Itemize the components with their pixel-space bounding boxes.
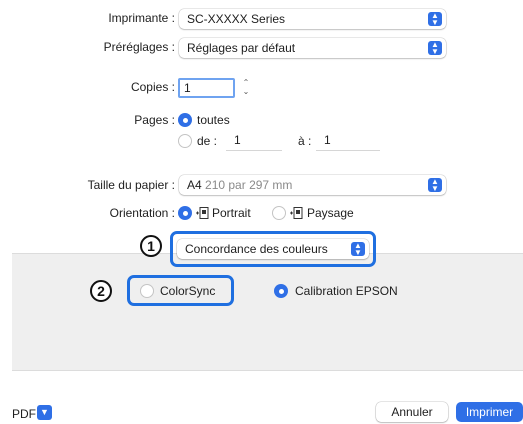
copies-stepper[interactable]: ⌃ ⌄ bbox=[240, 78, 252, 98]
pages-to-value: 1 bbox=[324, 133, 331, 147]
orientation-landscape-label: Paysage bbox=[307, 206, 354, 220]
presets-value: Réglages par défaut bbox=[187, 41, 296, 55]
orientation-landscape-radio[interactable] bbox=[272, 206, 286, 220]
paper-size-value-main: A4 bbox=[187, 178, 202, 192]
callout-one: 1 bbox=[140, 235, 162, 257]
presets-popup[interactable]: Réglages par défaut ▲ ▼ bbox=[179, 38, 446, 58]
pages-label: Pages : bbox=[134, 113, 175, 127]
chevron-down-icon: ▼ bbox=[40, 407, 49, 417]
pages-all-radio[interactable] bbox=[178, 113, 192, 127]
pages-to-label: à : bbox=[298, 134, 312, 148]
pages-from-label: de : bbox=[197, 134, 218, 148]
epson-calibration-label: Calibration EPSON bbox=[295, 284, 398, 298]
pages-range-radio[interactable] bbox=[178, 134, 192, 148]
paper-size-popup[interactable]: A4 210 par 297 mm ▲ ▼ bbox=[179, 175, 446, 195]
pdf-label[interactable]: PDF bbox=[12, 407, 36, 421]
chevron-updown-icon: ▲ ▼ bbox=[428, 41, 442, 56]
pages-all-label: toutes bbox=[197, 113, 230, 127]
pages-from-input[interactable]: 1 bbox=[226, 131, 282, 151]
printer-label: Imprimante : bbox=[108, 11, 175, 25]
stepper-up-icon[interactable]: ⌃ bbox=[240, 78, 252, 87]
copies-value: 1 bbox=[184, 81, 191, 95]
copies-label: Copies : bbox=[130, 80, 175, 94]
pages-to-input[interactable]: 1 bbox=[316, 131, 380, 151]
callout-one-number: 1 bbox=[147, 238, 155, 254]
color-matching-panel bbox=[12, 253, 523, 371]
paper-size-label: Taille du papier : bbox=[87, 178, 175, 192]
orientation-portrait-label: Portrait bbox=[212, 206, 251, 220]
printer-value: SC-XXXXX Series bbox=[187, 12, 286, 26]
chevron-updown-icon: ▲ ▼ bbox=[428, 178, 442, 193]
callout-two-number: 2 bbox=[97, 283, 105, 299]
stepper-down-icon[interactable]: ⌄ bbox=[240, 87, 252, 96]
paper-size-value-detail: 210 par 297 mm bbox=[205, 178, 293, 192]
printer-popup[interactable]: SC-XXXXX Series ▲ ▼ bbox=[179, 9, 446, 29]
callout-two: 2 bbox=[90, 280, 112, 302]
copies-input[interactable]: 1 bbox=[178, 78, 235, 98]
colorsync-highlight bbox=[127, 275, 234, 306]
orientation-portrait-radio[interactable] bbox=[178, 206, 192, 220]
section-popup-highlight bbox=[170, 231, 376, 267]
chevron-updown-icon: ▲ ▼ bbox=[428, 12, 442, 27]
orientation-label: Orientation : bbox=[109, 206, 175, 220]
portrait-icon bbox=[196, 207, 209, 219]
pdf-menu-button[interactable]: ▼ bbox=[37, 405, 52, 420]
presets-label: Préréglages : bbox=[103, 40, 175, 54]
epson-calibration-radio[interactable] bbox=[274, 284, 288, 298]
print-button[interactable]: Imprimer bbox=[456, 402, 523, 422]
landscape-icon bbox=[290, 207, 303, 219]
pages-from-value: 1 bbox=[234, 133, 241, 147]
cancel-button[interactable]: Annuler bbox=[376, 402, 448, 422]
